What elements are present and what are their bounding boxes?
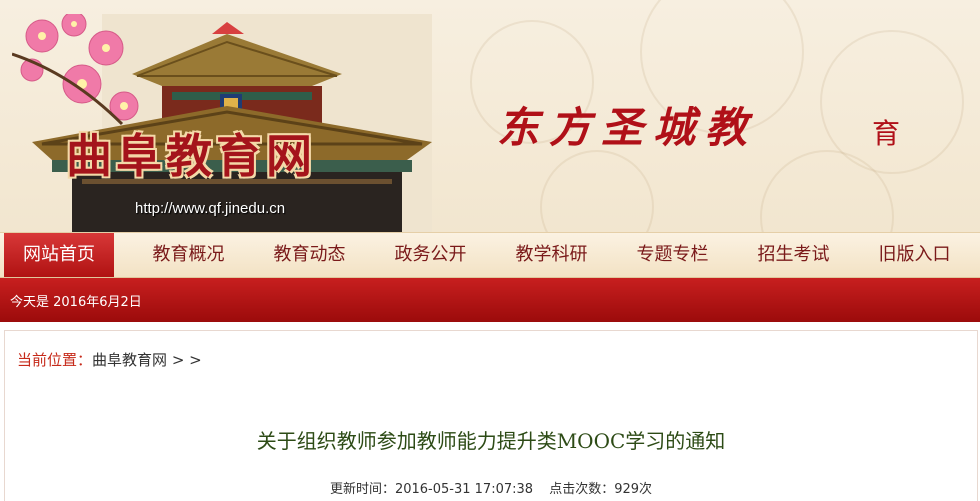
breadcrumb-separator: > > bbox=[171, 351, 202, 369]
article-meta: 更新时间：2016-05-31 17:07:38 点击次数：929次 bbox=[5, 478, 977, 497]
nav-item-overview[interactable]: 教育概况 bbox=[128, 233, 249, 277]
main-nav: 网站首页 教育概况 教育动态 政务公开 教学科研 专题专栏 招生考试 旧版入口 bbox=[0, 232, 980, 278]
current-date: 今天是 2016年6月2日 bbox=[10, 295, 142, 310]
site-title: 曲阜教育网 bbox=[66, 129, 316, 183]
breadcrumb-label: 当前位置： bbox=[17, 351, 93, 369]
banner-slogan: 东方圣城教 bbox=[497, 103, 758, 152]
background-swirl bbox=[540, 150, 654, 232]
nav-item-home[interactable]: 网站首页 bbox=[4, 233, 114, 277]
breadcrumb-home-link[interactable]: 曲阜教育网 bbox=[92, 351, 167, 369]
nav-item-teaching-research[interactable]: 教学科研 bbox=[491, 233, 612, 277]
breadcrumb: 当前位置：曲阜教育网 > > bbox=[17, 349, 202, 370]
nav-item-news[interactable]: 教育动态 bbox=[249, 233, 370, 277]
nav-item-admissions[interactable]: 招生考试 bbox=[733, 233, 854, 277]
site-banner: 曲阜教育网 http://www.qf.jinedu.cn 东方圣城教 育 bbox=[0, 0, 980, 232]
article-panel: 当前位置：曲阜教育网 > > 关于组织教师参加教师能力提升类MOOC学习的通知 … bbox=[4, 330, 978, 501]
nav-item-special-topics[interactable]: 专题专栏 bbox=[612, 233, 733, 277]
date-bar: 今天是 2016年6月2日 bbox=[0, 278, 980, 322]
article-updated-time: 更新时间：2016-05-31 17:07:38 bbox=[329, 482, 534, 497]
article-click-count: 点击次数：929次 bbox=[549, 482, 653, 497]
nav-item-old-version[interactable]: 旧版入口 bbox=[854, 233, 975, 277]
nav-item-government-affairs[interactable]: 政务公开 bbox=[370, 233, 491, 277]
site-url: http://www.qf.jinedu.cn bbox=[135, 200, 286, 217]
article-title: 关于组织教师参加教师能力提升类MOOC学习的通知 bbox=[256, 429, 726, 453]
banner-slogan-tail: 育 bbox=[872, 117, 901, 150]
